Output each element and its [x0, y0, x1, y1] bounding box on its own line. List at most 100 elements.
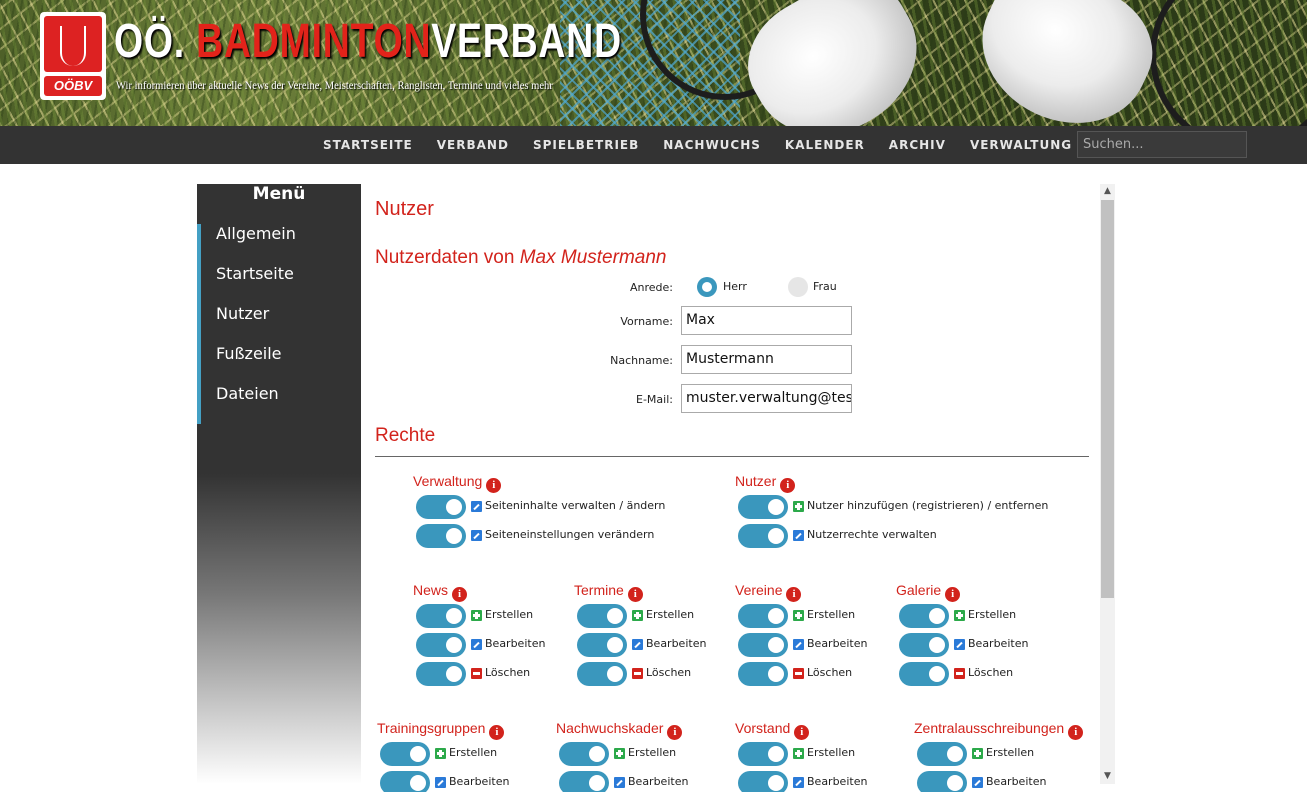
- permission-label: Löschen: [968, 666, 1014, 679]
- sidebar-item-fusszeile[interactable]: Fußzeile: [197, 344, 361, 384]
- group-title: Nachwuchskader i: [556, 718, 726, 740]
- nav-item-archiv[interactable]: Archiv: [877, 126, 958, 164]
- permission-toggle[interactable]: [416, 633, 466, 657]
- rights-group-nutzer: Nutzer i Nutzer hinzufügen (registrieren)…: [735, 471, 1095, 549]
- nav-item-kalender[interactable]: Kalender: [773, 126, 877, 164]
- radio-herr[interactable]: [697, 277, 717, 297]
- permission-toggle[interactable]: [577, 604, 627, 628]
- scroll-up-icon[interactable]: ▲: [1100, 184, 1115, 199]
- permission-row: Erstellen: [917, 738, 1100, 767]
- rights-group-termine: Termine i Erstellen Bearbeiten Löschen: [574, 580, 724, 687]
- scrollbar-thumb[interactable]: [1101, 200, 1114, 598]
- permission-label: Seiteneinstellungen verändern: [485, 528, 655, 541]
- permission-row: Erstellen: [416, 600, 563, 629]
- nav-item-startseite[interactable]: Startseite: [311, 126, 425, 164]
- content-scrollbar[interactable]: ▲ ▼: [1100, 184, 1115, 784]
- sidebar-item-nutzer[interactable]: Nutzer: [197, 304, 361, 344]
- permission-row: Erstellen: [738, 738, 905, 767]
- permission-label: Erstellen: [628, 746, 677, 759]
- add-icon: [793, 501, 804, 512]
- permission-row: Nutzerrechte verwalten: [738, 520, 1095, 549]
- radio-frau-label: Frau: [813, 280, 837, 293]
- group-title: News i: [413, 580, 563, 602]
- sidebar-item-startseite[interactable]: Startseite: [197, 264, 361, 304]
- permission-toggle[interactable]: [416, 524, 466, 548]
- permission-label: Erstellen: [986, 746, 1035, 759]
- rights-group-trainingsgruppen: Trainingsgruppen i Erstellen Bearbeiten: [377, 718, 547, 792]
- permission-toggle[interactable]: [917, 771, 967, 792]
- add-icon: [954, 610, 965, 621]
- nav-item-nachwuchs[interactable]: Nachwuchs: [651, 126, 773, 164]
- scroll-down-icon[interactable]: ▼: [1100, 769, 1115, 784]
- permission-toggle[interactable]: [738, 662, 788, 686]
- nav-item-spielbetrieb[interactable]: Spielbetrieb: [521, 126, 651, 164]
- permission-toggle[interactable]: [559, 742, 609, 766]
- permission-toggle[interactable]: [899, 604, 949, 628]
- permission-toggle[interactable]: [738, 771, 788, 792]
- permission-label: Erstellen: [807, 608, 856, 621]
- permission-toggle[interactable]: [899, 633, 949, 657]
- permission-toggle[interactable]: [738, 742, 788, 766]
- group-title: Trainingsgruppen i: [377, 718, 547, 740]
- rights-divider: [375, 456, 1089, 457]
- permission-toggle[interactable]: [738, 524, 788, 548]
- permission-toggle[interactable]: [559, 771, 609, 792]
- email-field[interactable]: muster.verwaltung@test: [681, 384, 852, 413]
- edit-icon: [471, 530, 482, 541]
- rights-group-verwaltung: Verwaltung i Seiteninhalte verwalten / än…: [413, 471, 723, 549]
- permission-label: Bearbeiten: [628, 775, 689, 788]
- group-title-text: Vorstand: [735, 720, 791, 736]
- group-title: Zentralausschreibungen i: [914, 718, 1100, 740]
- permission-toggle[interactable]: [899, 662, 949, 686]
- edit-icon: [471, 639, 482, 650]
- sidebar-item-dateien[interactable]: Dateien: [197, 384, 361, 424]
- search-input[interactable]: [1077, 131, 1247, 158]
- permission-toggle[interactable]: [917, 742, 967, 766]
- permission-toggle[interactable]: [416, 495, 466, 519]
- permission-toggle[interactable]: [416, 604, 466, 628]
- permission-toggle[interactable]: [738, 604, 788, 628]
- permission-toggle[interactable]: [577, 662, 627, 686]
- userdata-heading: Nutzerdaten von Max Mustermann: [375, 247, 666, 269]
- nav-item-verwaltung[interactable]: Verwaltung: [958, 126, 1084, 164]
- firstname-label: Vorname:: [620, 315, 673, 328]
- permission-toggle[interactable]: [416, 662, 466, 686]
- permission-row: Nutzer hinzufügen (registrieren) / entfe…: [738, 491, 1095, 520]
- rights-group-nachwuchskader: Nachwuchskader i Erstellen Bearbeiten: [556, 718, 726, 792]
- radio-frau[interactable]: [788, 277, 808, 297]
- radio-herr-label: Herr: [723, 280, 747, 293]
- permission-row: Seiteninhalte verwalten / ändern: [416, 491, 723, 520]
- shuttlecock-icon: [60, 26, 86, 66]
- nav-item-verband[interactable]: Verband: [425, 126, 521, 164]
- permission-toggle[interactable]: [380, 771, 430, 792]
- permission-toggle[interactable]: [738, 633, 788, 657]
- permission-label: Bearbeiten: [807, 637, 868, 650]
- rights-group-news: News i Erstellen Bearbeiten Löschen: [413, 580, 563, 687]
- permission-label: Erstellen: [449, 746, 498, 759]
- permission-row: Erstellen: [559, 738, 726, 767]
- group-title-text: Trainingsgruppen: [377, 720, 486, 736]
- permission-row: Bearbeiten: [559, 767, 726, 792]
- permission-toggle[interactable]: [738, 495, 788, 519]
- permission-row: Bearbeiten: [738, 767, 905, 792]
- rights-heading: Rechte: [375, 425, 436, 446]
- group-title: Vorstand i: [735, 718, 905, 740]
- permission-toggle[interactable]: [577, 633, 627, 657]
- firstname-field[interactable]: Max: [681, 306, 852, 335]
- site-subtitle: Wir informieren über aktuelle News der V…: [116, 78, 553, 92]
- lastname-field[interactable]: Mustermann: [681, 345, 852, 374]
- group-title-text: Nachwuchskader: [556, 720, 664, 736]
- permission-label: Erstellen: [968, 608, 1017, 621]
- add-icon: [793, 748, 804, 759]
- sidebar-item-allgemein[interactable]: Allgemein: [197, 224, 361, 264]
- permission-toggle[interactable]: [380, 742, 430, 766]
- permission-label: Bearbeiten: [807, 775, 868, 788]
- permission-label: Löschen: [646, 666, 692, 679]
- site-logo[interactable]: OÖBV: [40, 12, 106, 100]
- userdata-heading-name: Max Mustermann: [519, 247, 667, 268]
- edit-icon: [471, 501, 482, 512]
- group-title: Nutzer i: [735, 471, 1095, 493]
- permission-label: Erstellen: [485, 608, 534, 621]
- permission-label: Bearbeiten: [449, 775, 510, 788]
- permission-row: Erstellen: [577, 600, 724, 629]
